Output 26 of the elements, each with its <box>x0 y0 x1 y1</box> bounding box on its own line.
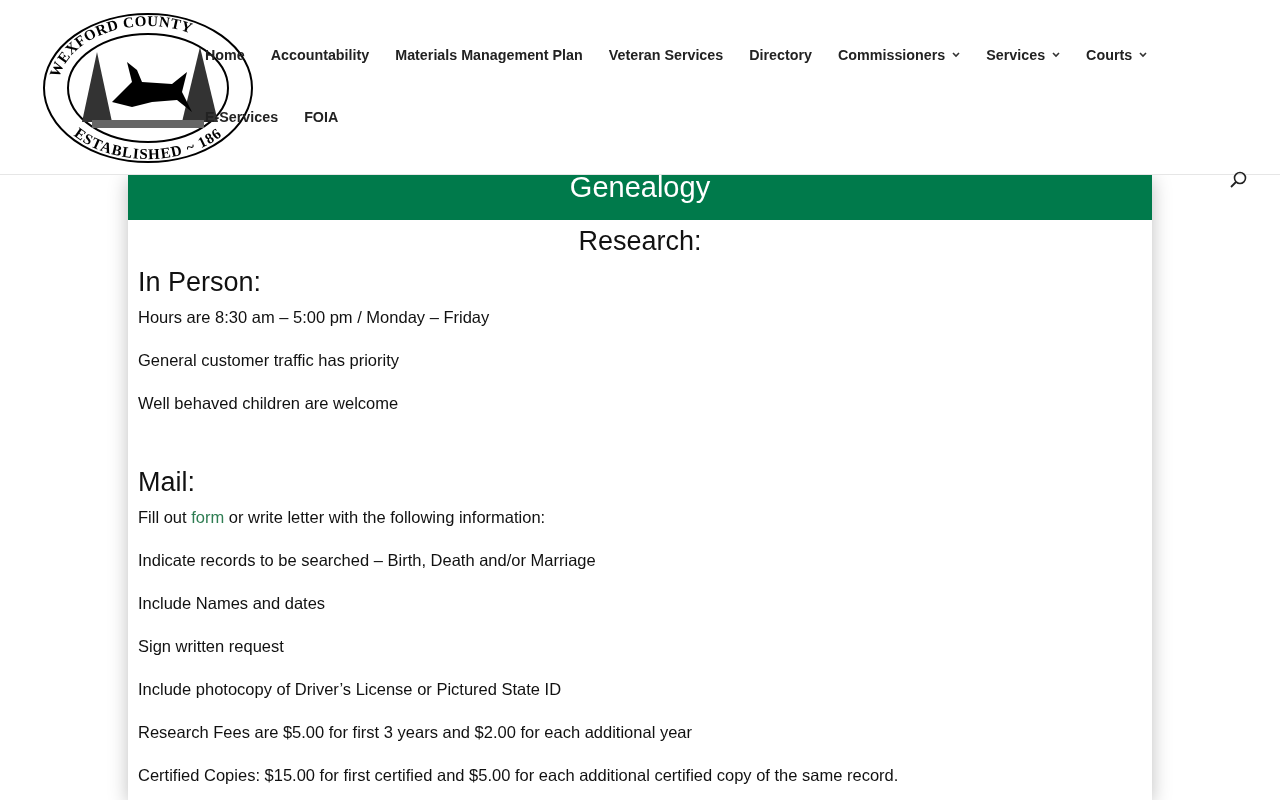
caret-icon <box>952 52 961 58</box>
paragraph: Certified Copies: $15.00 for first certified and $5.00 for each additional certified copy of the same record. <box>138 765 900 786</box>
nav-link[interactable]: Materials Management Plan <box>395 44 583 66</box>
nav-link[interactable]: Directory <box>749 44 812 66</box>
form-link[interactable]: form <box>191 508 225 526</box>
caret-icon <box>1139 52 1148 58</box>
paragraph: Include photocopy of Driver’s License or Pictured State ID <box>138 679 563 700</box>
caret-icon <box>1052 52 1061 58</box>
nav-link[interactable]: Veteran Services <box>608 44 724 66</box>
paragraph: Fill out form or write letter with the following information: <box>138 507 547 528</box>
paragraph: Hours are 8:30 am – 5:00 pm / Monday – Friday <box>138 307 491 328</box>
paragraph: Sign written request <box>138 636 285 657</box>
nav-link[interactable]: Accountability <box>270 44 370 66</box>
paragraph: Research Fees are $5.00 for first 3 years and $2.00 for each additional year <box>138 722 693 743</box>
nav-link[interactable]: Courts <box>1086 44 1148 66</box>
search-icon[interactable] <box>1229 171 1247 189</box>
paragraph: Well behaved children are welcome <box>138 393 400 414</box>
subsection-heading: In Person: <box>138 268 263 296</box>
subsection-heading: Mail: <box>138 468 196 496</box>
paragraph: Indicate records to be searched – Birth, Death and/or Marriage <box>138 550 597 571</box>
section-heading: Research: <box>577 225 703 258</box>
nav-link[interactable]: FOIA <box>304 106 339 128</box>
nav-link[interactable]: Commissioners <box>838 44 961 66</box>
paragraph: General customer traffic has priority <box>138 350 401 371</box>
nav-link[interactable]: Services <box>986 44 1061 66</box>
paragraph: Include Names and dates <box>138 593 327 614</box>
